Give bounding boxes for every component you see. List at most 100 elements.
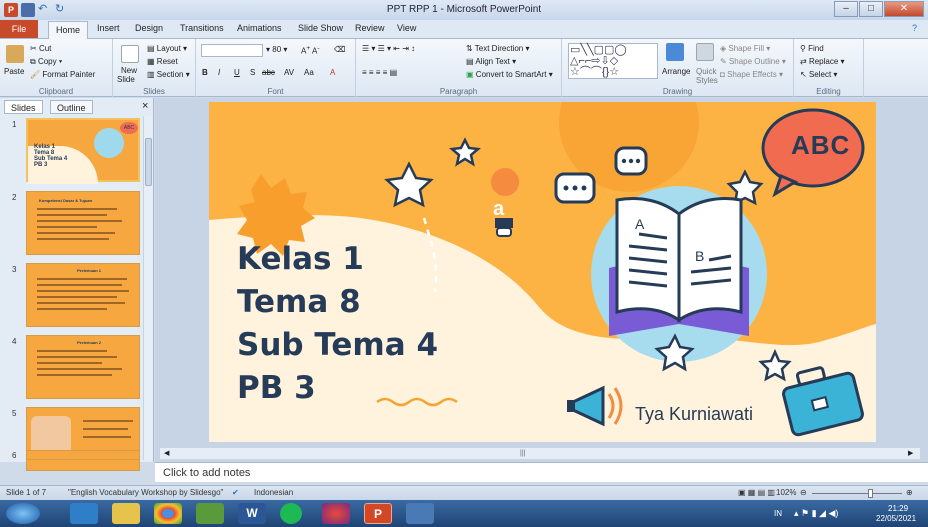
zoom-out-icon[interactable]: ⊖ bbox=[800, 488, 807, 497]
thumb-text-line bbox=[83, 420, 133, 422]
editing-group-label: Editing bbox=[816, 87, 841, 96]
thumb-preview[interactable]: Kompetensi Dasar & Tujuan bbox=[26, 191, 140, 255]
author-name[interactable]: Tya Kurniawati bbox=[635, 404, 753, 425]
convert-smartart-button[interactable]: ▣ Convert to SmartArt ▾ bbox=[466, 70, 553, 79]
clear-format-icon[interactable]: ⌫ bbox=[334, 45, 345, 54]
bold-button[interactable]: B bbox=[202, 68, 208, 77]
title-bar: P ↶ ↻ PPT RPP 1 - Microsoft PowerPoint –… bbox=[0, 0, 928, 20]
app-icon[interactable] bbox=[322, 503, 350, 524]
shape-effects-button[interactable]: ◘ Shape Effects ▾ bbox=[720, 70, 783, 79]
char-spacing-button[interactable]: AV bbox=[284, 68, 294, 77]
reset-button[interactable]: ▦ Reset bbox=[147, 57, 178, 66]
cut-button[interactable]: ✂ Cut bbox=[30, 44, 51, 53]
tab-review[interactable]: Review bbox=[355, 23, 385, 33]
layout-button[interactable]: ▤ Layout ▾ bbox=[147, 44, 187, 53]
minimize-button[interactable]: – bbox=[834, 1, 858, 17]
italic-button[interactable]: I bbox=[218, 68, 220, 77]
replace-button[interactable]: ⇄ Replace ▾ bbox=[800, 57, 845, 66]
close-button[interactable]: ✕ bbox=[884, 1, 924, 17]
zoom-slider[interactable] bbox=[812, 493, 902, 494]
shape-fill-button[interactable]: ◈ Shape Fill ▾ bbox=[720, 44, 770, 53]
spellcheck-icon[interactable]: ✔ bbox=[232, 488, 239, 497]
quick-styles-button[interactable]: Quick bbox=[696, 67, 716, 76]
strikethrough-button[interactable]: abc bbox=[262, 68, 275, 77]
slide-title[interactable]: Kelas 1 Tema 8 Sub Tema 4 PB 3 bbox=[237, 238, 438, 410]
bullets-icon[interactable]: ☰ ▾ ☰ ▾ ⇤ ⇥ ↕ bbox=[362, 44, 415, 53]
ribbon-tabs: File Home Insert Design Transitions Anim… bbox=[0, 20, 928, 39]
paste-button[interactable]: Paste bbox=[4, 67, 24, 76]
horizontal-scrollbar[interactable]: ◀ ||| ▶ bbox=[160, 447, 920, 459]
font-name-select[interactable] bbox=[201, 44, 263, 57]
quick-styles-icon[interactable] bbox=[696, 43, 714, 61]
zoom-level[interactable]: 102% bbox=[776, 488, 796, 497]
tab-outline-panel[interactable]: Outline bbox=[50, 100, 93, 114]
underline-button[interactable]: U bbox=[234, 68, 240, 77]
section-button[interactable]: ▥ Section ▾ bbox=[147, 70, 190, 79]
maximize-button[interactable]: □ bbox=[859, 1, 883, 17]
text-direction-button[interactable]: ⇅ Text Direction ▾ bbox=[466, 44, 530, 53]
thumb-preview[interactable]: Pertemuan 2 bbox=[26, 335, 140, 399]
thumb-number: 2 bbox=[12, 193, 17, 202]
zoom-slider-handle[interactable] bbox=[868, 489, 873, 498]
scroll-left-icon[interactable]: ◀ bbox=[164, 450, 172, 458]
tab-insert[interactable]: Insert bbox=[97, 23, 120, 33]
tab-slide-show[interactable]: Slide Show bbox=[298, 23, 343, 33]
thumb-preview[interactable]: Pertemuan 1 bbox=[26, 263, 140, 327]
app-icon[interactable] bbox=[406, 503, 434, 524]
input-language[interactable]: IN bbox=[774, 509, 782, 518]
thumb-preview[interactable] bbox=[26, 450, 140, 460]
help-icon[interactable]: ? bbox=[912, 23, 917, 33]
start-button[interactable] bbox=[6, 503, 40, 524]
thumb-text-line bbox=[83, 428, 128, 430]
clock-date[interactable]: 22/05/2021 bbox=[876, 514, 916, 523]
tab-animations[interactable]: Animations bbox=[237, 23, 282, 33]
arrange-icon[interactable] bbox=[666, 43, 684, 61]
align-text-button[interactable]: ▤ Align Text ▾ bbox=[466, 57, 516, 66]
scroll-right-icon[interactable]: ▶ bbox=[908, 450, 916, 458]
slide-canvas[interactable]: ABC a A B Kelas 1 Tema 8 Sub Tema 4 PB 3… bbox=[209, 102, 876, 442]
word-icon[interactable]: W bbox=[238, 503, 266, 524]
app-icon[interactable] bbox=[196, 503, 224, 524]
spotify-icon[interactable] bbox=[280, 503, 302, 524]
find-button[interactable]: ⚲ Find bbox=[800, 44, 824, 53]
thumb-preview[interactable] bbox=[26, 407, 140, 471]
change-case-button[interactable]: Aa bbox=[304, 68, 314, 77]
shape-outline-button[interactable]: ✎ Shape Outline ▾ bbox=[720, 57, 786, 66]
view-buttons[interactable]: ▣ ▦ ▤ ▥ bbox=[738, 488, 775, 497]
arrange-button[interactable]: Arrange bbox=[662, 67, 690, 76]
tab-transitions[interactable]: Transitions bbox=[180, 23, 224, 33]
copy-button[interactable]: ⧉ Copy ▾ bbox=[30, 57, 62, 67]
tab-design[interactable]: Design bbox=[135, 23, 163, 33]
new-slide-icon[interactable] bbox=[121, 45, 139, 63]
format-painter-button[interactable]: 🖌 Format Painter bbox=[30, 70, 95, 79]
new-slide-button[interactable]: New bbox=[121, 66, 137, 75]
panel-scrollbar[interactable] bbox=[143, 116, 153, 460]
select-button[interactable]: ↖ Select ▾ bbox=[800, 70, 837, 79]
explorer-icon[interactable] bbox=[112, 503, 140, 524]
scroll-thumb-grip[interactable]: ||| bbox=[520, 450, 525, 457]
powerpoint-taskbar-icon[interactable]: P bbox=[364, 503, 392, 524]
clock-time[interactable]: 21:29 bbox=[888, 504, 908, 513]
notes-pane[interactable]: Click to add notes bbox=[155, 462, 928, 482]
font-color-button[interactable]: A bbox=[330, 68, 335, 77]
scroll-thumb[interactable] bbox=[145, 138, 152, 186]
close-panel-icon[interactable]: × bbox=[142, 100, 148, 112]
shapes-gallery[interactable]: ▭╲╲▢▢◯ △⌐⌐⇨⇩◇ ☆⌒⌒{}☆ bbox=[568, 43, 658, 79]
tray-icons[interactable]: ▴ ⚑ ▮ ◢ ◀) bbox=[794, 508, 838, 519]
zoom-in-icon[interactable]: ⊕ bbox=[906, 488, 913, 497]
align-icons[interactable]: ≡ ≡ ≡ ≡ ▤ bbox=[362, 68, 397, 77]
shadow-button[interactable]: S bbox=[250, 68, 255, 77]
thumb-text-line bbox=[37, 290, 129, 292]
drawing-group-label: Drawing bbox=[662, 87, 693, 96]
tab-file[interactable]: File bbox=[0, 20, 38, 38]
chrome-icon[interactable] bbox=[154, 503, 182, 524]
grow-font-icon[interactable]: A+ A- bbox=[301, 45, 320, 56]
taskbar-app-icon[interactable] bbox=[70, 503, 98, 524]
tab-view[interactable]: View bbox=[397, 23, 416, 33]
tab-home[interactable]: Home bbox=[48, 21, 88, 39]
thumb-preview[interactable]: Kelas 1 Tema 8 Sub Tema 4 PB 3 ABC bbox=[26, 118, 140, 184]
language-label[interactable]: Indonesian bbox=[254, 488, 293, 497]
font-size-select[interactable]: ▾ 80 ▾ bbox=[266, 45, 287, 54]
paste-icon[interactable] bbox=[6, 45, 24, 63]
tab-slides-panel[interactable]: Slides bbox=[4, 100, 43, 114]
